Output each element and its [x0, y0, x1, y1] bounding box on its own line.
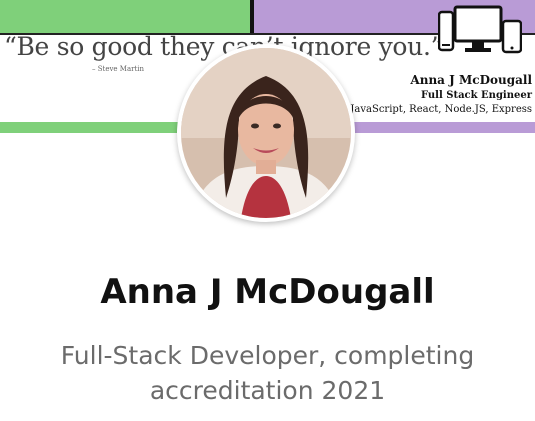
devices-icon: [438, 5, 522, 54]
profile-headline: Full-Stack Developer, completing accredi…: [60, 341, 475, 405]
banner-tech-stack: JavaScript, React, Node.JS, Express: [350, 104, 532, 115]
banner-green-stripe: [0, 0, 250, 33]
banner-quote-attribution: – Steve Martin: [92, 65, 145, 73]
profile-name: Anna J McDougall: [100, 272, 435, 312]
avatar[interactable]: [177, 44, 355, 222]
banner-role: Full Stack Engineer: [420, 90, 532, 101]
avatar-photo: [181, 48, 351, 218]
banner-name: Anna J McDougall: [410, 73, 532, 87]
